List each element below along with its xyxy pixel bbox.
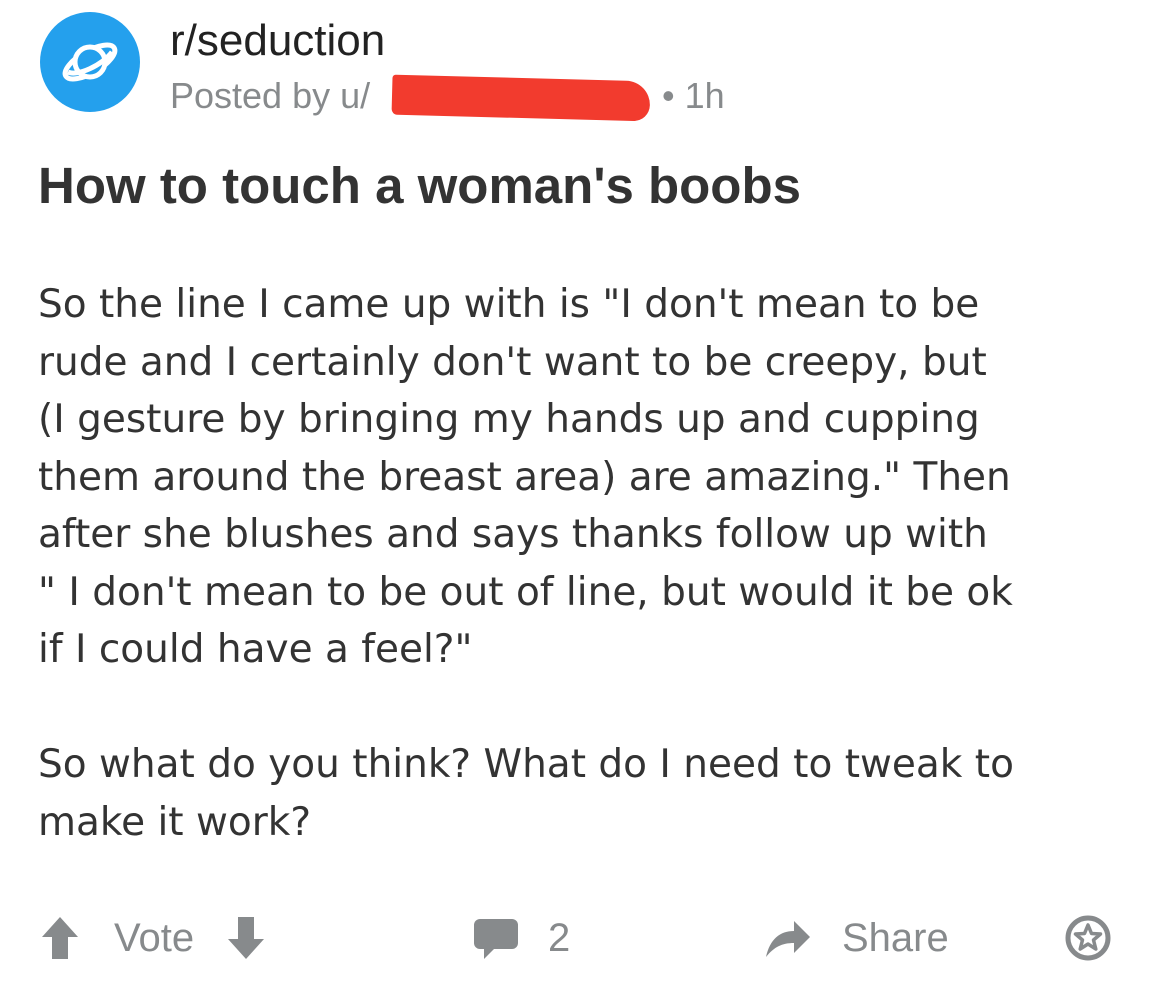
comments-button[interactable]: 2 [472, 906, 570, 970]
arrow-down-icon[interactable] [224, 913, 268, 963]
body-line: if I could have a feel?" [38, 627, 473, 672]
body-paragraph: So the line I came up with is "I don't m… [38, 276, 1138, 679]
body-line: (I gesture by bringing my hands up and c… [38, 397, 980, 442]
body-line: So the line I came up with is "I don't m… [38, 282, 980, 327]
share-button[interactable]: Share [762, 906, 949, 970]
share-label: Share [842, 916, 949, 960]
comment-icon [472, 913, 520, 963]
body-line: " I don't mean to be out of line, but wo… [38, 569, 1013, 615]
award-icon [1064, 914, 1112, 962]
subreddit-avatar[interactable] [40, 12, 140, 112]
body-line: So what do you think? What do I need to … [38, 742, 1014, 787]
post-action-bar: Vote 2 Share [38, 906, 1128, 970]
vote-label: Vote [114, 916, 195, 960]
arrow-up-icon[interactable] [38, 913, 82, 963]
post-body: So the line I came up with is "I don't m… [38, 276, 1138, 851]
body-line: rude and I certainly don't want to be cr… [38, 339, 987, 385]
subreddit-name[interactable]: r/seduction [170, 16, 385, 66]
award-button[interactable] [1064, 906, 1112, 970]
body-line: them around the breast area) are amazing… [38, 454, 1011, 500]
posted-by-label[interactable]: Posted by u/ [170, 75, 370, 116]
planet-icon [58, 30, 122, 94]
redacted-username [391, 74, 651, 122]
body-line: make it work? [38, 799, 312, 845]
body-line: after she blushes and says thanks follow… [38, 512, 988, 557]
share-icon [762, 913, 812, 963]
post-header: r/seduction Posted by u/ • 1h [40, 12, 1120, 122]
body-paragraph: So what do you think? What do I need to … [38, 736, 1138, 851]
post-age: • 1h [662, 75, 725, 116]
post-meta: Posted by u/ • 1h [170, 74, 725, 122]
comment-count: 2 [548, 916, 571, 960]
vote-group: Vote [38, 906, 268, 970]
post-title: How to touch a woman's boobs [38, 157, 801, 214]
